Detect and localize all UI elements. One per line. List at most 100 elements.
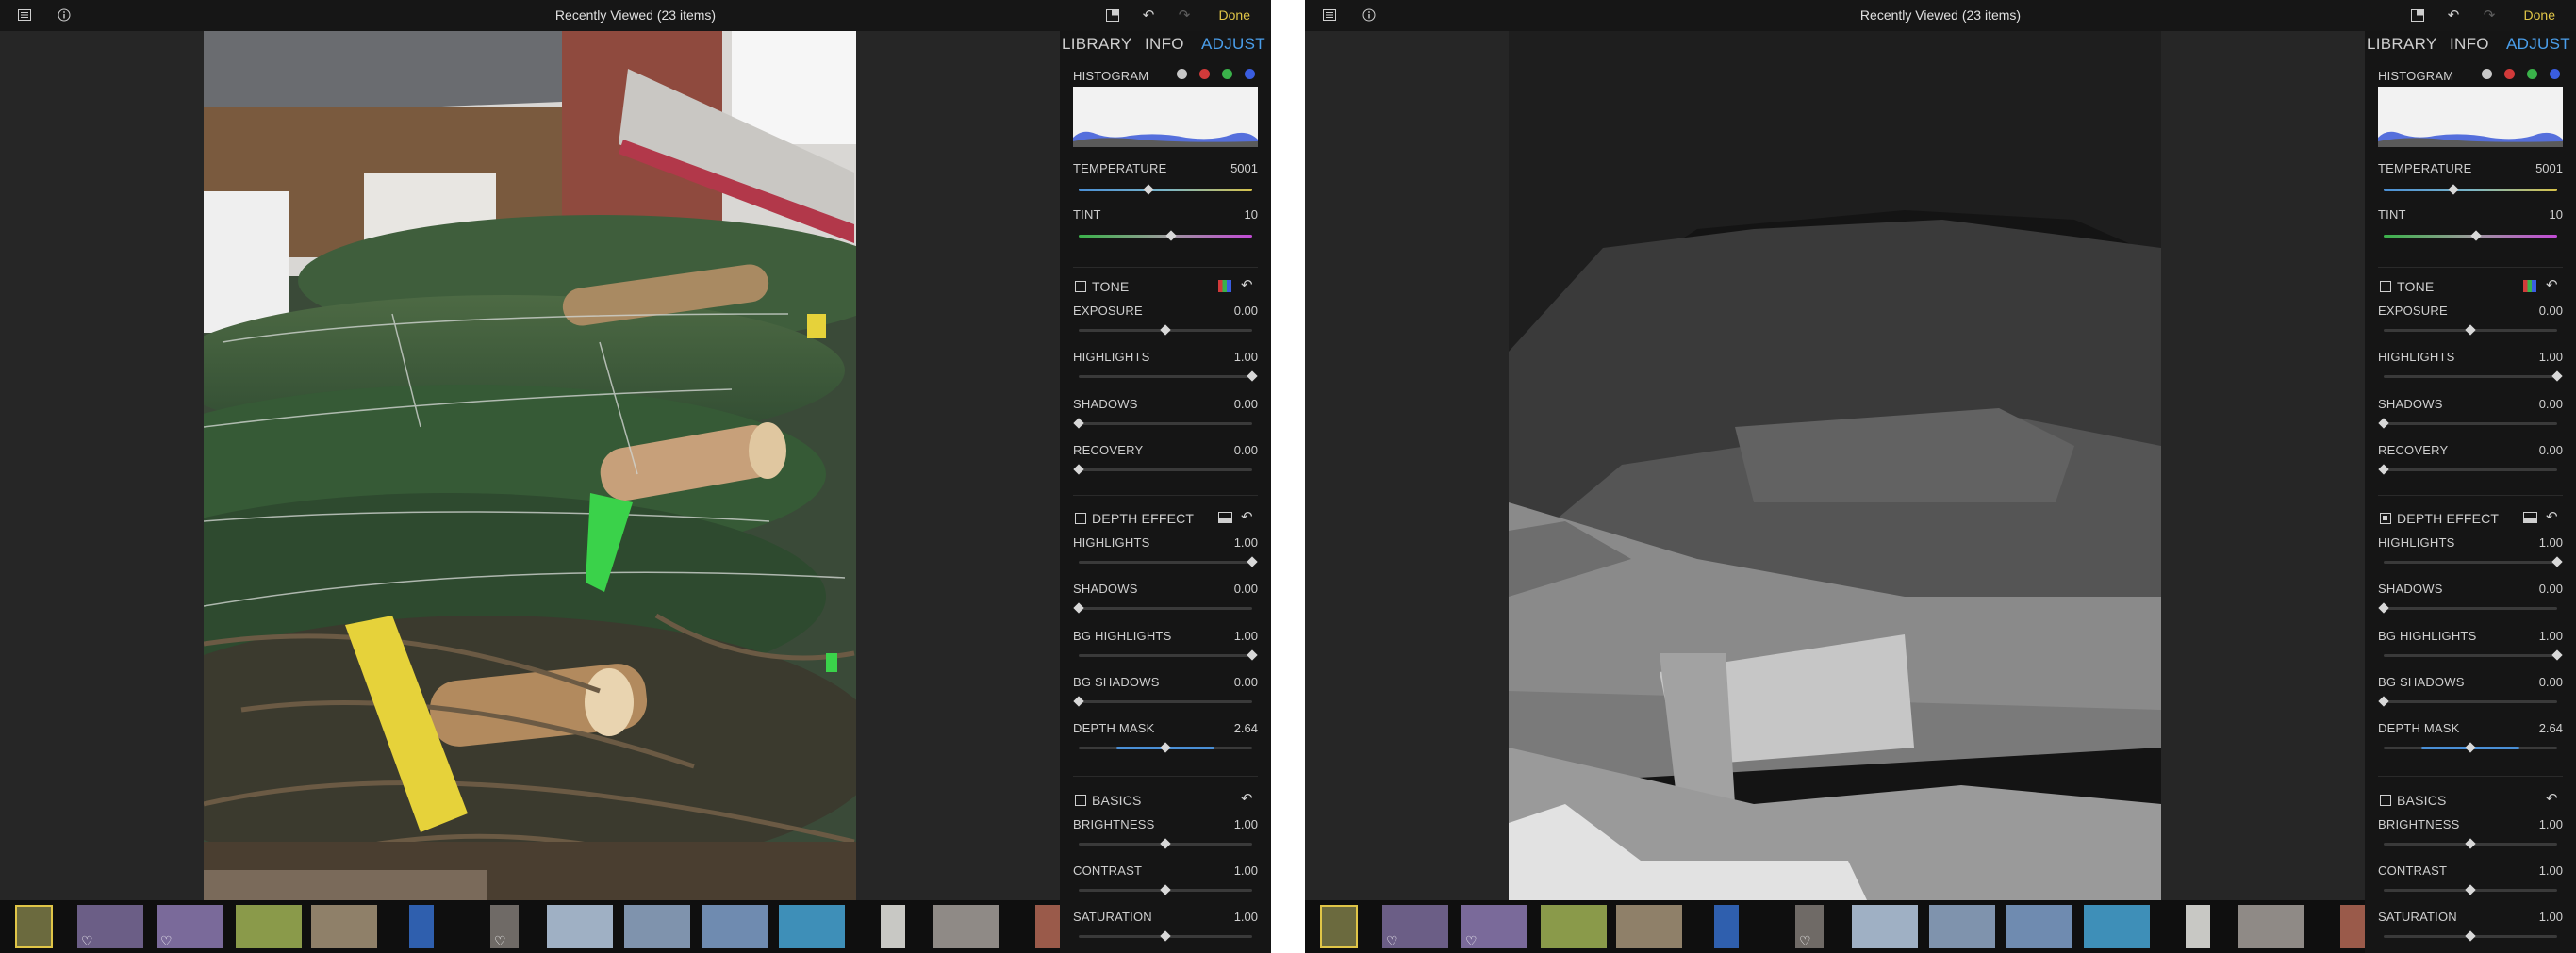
tab-adjust[interactable]: ADJUST bbox=[2506, 35, 2570, 54]
depth-mask-slider-handle[interactable] bbox=[1160, 742, 1171, 753]
filmstrip-thumb[interactable] bbox=[1320, 905, 1358, 948]
filmstrip-thumb[interactable] bbox=[933, 905, 999, 948]
filmstrip-thumb[interactable]: ♡ bbox=[1461, 905, 1527, 948]
tab-library[interactable]: LIBRARY bbox=[2367, 35, 2437, 54]
reset-arrow-icon[interactable]: ↶ bbox=[1241, 508, 1253, 525]
reset-arrow-icon[interactable]: ↶ bbox=[2546, 276, 2558, 293]
contrast-slider-handle[interactable] bbox=[1160, 884, 1171, 895]
filmstrip-thumb[interactable] bbox=[1616, 905, 1682, 948]
channel-dot-2[interactable] bbox=[1222, 69, 1232, 79]
bg-shadows-slider[interactable] bbox=[2384, 700, 2557, 703]
depth-shadows-slider-handle[interactable] bbox=[2378, 602, 2389, 614]
tone-highlights-slider-handle[interactable] bbox=[1247, 370, 1258, 382]
depth-shadows-slider[interactable] bbox=[2384, 607, 2557, 610]
filmstrip-thumb[interactable] bbox=[881, 905, 905, 948]
brightness-slider-handle[interactable] bbox=[1160, 838, 1171, 849]
undo-icon[interactable]: ↶ bbox=[2442, 0, 2465, 31]
photo-depth-map[interactable] bbox=[1509, 31, 2161, 900]
channel-dot-3[interactable] bbox=[2550, 69, 2560, 79]
depth-mask-icon[interactable] bbox=[2523, 512, 2537, 523]
tint-slider-handle[interactable] bbox=[2469, 230, 2482, 241]
filmstrip-thumb[interactable] bbox=[2006, 905, 2072, 948]
tone-shadows-slider-handle[interactable] bbox=[1073, 418, 1084, 429]
color-channels-icon[interactable] bbox=[1218, 280, 1231, 292]
filmstrip-thumb[interactable] bbox=[2340, 905, 2365, 948]
color-channels-icon[interactable] bbox=[2523, 280, 2536, 292]
depth-shadows-slider-handle[interactable] bbox=[1073, 602, 1084, 614]
temperature-slider[interactable] bbox=[2384, 189, 2557, 191]
recovery-slider-handle[interactable] bbox=[1073, 464, 1084, 475]
bg-highlights-slider-handle[interactable] bbox=[2551, 649, 2563, 661]
tone-checkbox[interactable] bbox=[2380, 281, 2391, 292]
bg-shadows-slider-handle[interactable] bbox=[1073, 696, 1084, 707]
done-button[interactable]: Done bbox=[2524, 0, 2555, 31]
tone-shadows-slider-handle[interactable] bbox=[2378, 418, 2389, 429]
filmstrip-thumb[interactable] bbox=[1929, 905, 1995, 948]
recovery-slider[interactable] bbox=[2384, 468, 2557, 471]
redo-icon[interactable]: ↷ bbox=[2478, 0, 2501, 31]
filmstrip-thumb[interactable] bbox=[311, 905, 377, 948]
filmstrip-thumb[interactable]: ♡ bbox=[157, 905, 223, 948]
recovery-slider-handle[interactable] bbox=[2378, 464, 2389, 475]
brightness-slider-handle[interactable] bbox=[2465, 838, 2476, 849]
depth-mask-icon[interactable] bbox=[1218, 512, 1232, 523]
temperature-slider[interactable] bbox=[1079, 189, 1252, 191]
basics-checkbox[interactable] bbox=[2380, 795, 2391, 806]
filmstrip-thumb[interactable] bbox=[779, 905, 845, 948]
filmstrip-thumb[interactable] bbox=[15, 905, 53, 948]
tone-checkbox[interactable] bbox=[1075, 281, 1086, 292]
tab-info[interactable]: INFO bbox=[2450, 35, 2489, 54]
tab-library[interactable]: LIBRARY bbox=[1062, 35, 1132, 54]
done-button[interactable]: Done bbox=[1219, 0, 1250, 31]
bg-shadows-slider[interactable] bbox=[1079, 700, 1252, 703]
channel-dot-0[interactable] bbox=[2482, 69, 2492, 79]
reset-arrow-icon[interactable]: ↶ bbox=[1241, 790, 1253, 807]
filmstrip-thumb[interactable]: ♡ bbox=[77, 905, 143, 948]
filmstrip-thumb[interactable] bbox=[624, 905, 690, 948]
depth-highlights-slider-handle[interactable] bbox=[2551, 556, 2563, 567]
reset-arrow-icon[interactable]: ↶ bbox=[2546, 790, 2558, 807]
tint-slider-handle[interactable] bbox=[1164, 230, 1177, 241]
reset-arrow-icon[interactable]: ↶ bbox=[2546, 508, 2558, 525]
photo-christmas-trees[interactable] bbox=[204, 31, 856, 900]
filmstrip-thumb[interactable] bbox=[2186, 905, 2210, 948]
filmstrip-thumb[interactable] bbox=[1714, 905, 1739, 948]
depth-highlights-slider[interactable] bbox=[1079, 561, 1252, 564]
filmstrip-thumb[interactable] bbox=[2084, 905, 2150, 948]
channel-dot-1[interactable] bbox=[2504, 69, 2515, 79]
filmstrip-thumb[interactable]: ♡ bbox=[1382, 905, 1448, 948]
channel-dot-0[interactable] bbox=[1177, 69, 1187, 79]
saturation-slider-handle[interactable] bbox=[1160, 930, 1171, 942]
reset-arrow-icon[interactable]: ↶ bbox=[1241, 276, 1253, 293]
exposure-slider-handle[interactable] bbox=[1160, 324, 1171, 336]
saturation-slider-handle[interactable] bbox=[2465, 930, 2476, 942]
depth-highlights-slider-handle[interactable] bbox=[1247, 556, 1258, 567]
temperature-slider-handle[interactable] bbox=[2447, 184, 2459, 195]
depth-effect-checkbox[interactable] bbox=[2380, 513, 2391, 524]
temperature-slider-handle[interactable] bbox=[1142, 184, 1154, 195]
filmstrip-thumb[interactable] bbox=[2238, 905, 2304, 948]
tab-info[interactable]: INFO bbox=[1145, 35, 1184, 54]
depth-mask-slider-handle[interactable] bbox=[2465, 742, 2476, 753]
filmstrip-thumb[interactable] bbox=[547, 905, 613, 948]
crop-icon[interactable] bbox=[2406, 0, 2429, 31]
channel-dot-1[interactable] bbox=[1199, 69, 1210, 79]
undo-icon[interactable]: ↶ bbox=[1137, 0, 1160, 31]
filmstrip-thumb[interactable] bbox=[409, 905, 434, 948]
channel-dot-3[interactable] bbox=[1245, 69, 1255, 79]
depth-shadows-slider[interactable] bbox=[1079, 607, 1252, 610]
bg-highlights-slider[interactable] bbox=[2384, 654, 2557, 657]
bg-highlights-slider-handle[interactable] bbox=[1247, 649, 1258, 661]
tone-shadows-slider[interactable] bbox=[1079, 422, 1252, 425]
bg-shadows-slider-handle[interactable] bbox=[2378, 696, 2389, 707]
tone-shadows-slider[interactable] bbox=[2384, 422, 2557, 425]
exposure-slider-handle[interactable] bbox=[2465, 324, 2476, 336]
channel-dot-2[interactable] bbox=[2527, 69, 2537, 79]
bg-highlights-slider[interactable] bbox=[1079, 654, 1252, 657]
crop-icon[interactable] bbox=[1101, 0, 1124, 31]
filmstrip-thumb[interactable] bbox=[1541, 905, 1607, 948]
filmstrip-thumb[interactable] bbox=[236, 905, 302, 948]
tone-highlights-slider[interactable] bbox=[2384, 375, 2557, 378]
depth-highlights-slider[interactable] bbox=[2384, 561, 2557, 564]
filmstrip-thumb[interactable] bbox=[702, 905, 768, 948]
